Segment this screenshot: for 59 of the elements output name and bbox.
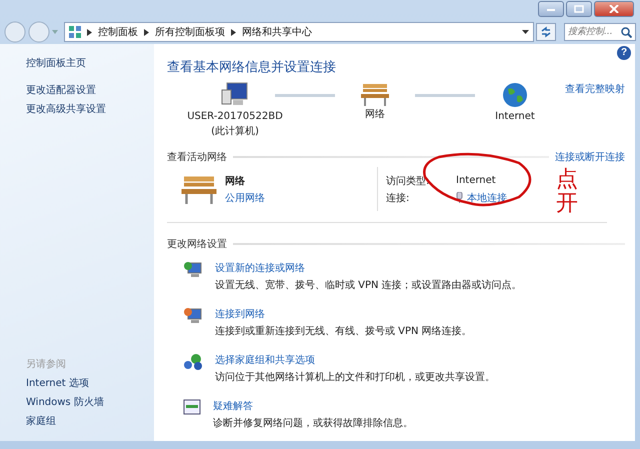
breadcrumb-item[interactable]: 网络和共享中心 (242, 25, 312, 39)
help-button[interactable]: ? (617, 46, 631, 60)
node-label: Internet (495, 110, 535, 123)
task-description: 连接到或重新连接到无线、有线、拨号或 VPN 网络连接。 (215, 324, 472, 338)
node-label: 网络 (365, 108, 385, 121)
breadcrumb-item[interactable]: 控制面板 (98, 25, 138, 39)
task-link[interactable]: 设置新的连接或网络 (215, 261, 305, 275)
full-map-link[interactable]: 查看完整映射 (565, 82, 625, 96)
breadcrumb-item[interactable]: 所有控制面板项 (155, 25, 225, 39)
troubleshoot-icon (183, 399, 201, 415)
network-name: 网络 (225, 174, 245, 188)
sidebar-link[interactable]: 更改适配器设置 (26, 81, 96, 100)
dropdown-icon[interactable] (522, 30, 529, 34)
node-sublabel: (此计算机) (211, 125, 259, 138)
task-description: 诊断并修复网络问题，或获得故障排除信息。 (213, 416, 413, 430)
breadcrumb-arrow-icon[interactable] (144, 28, 149, 36)
section-heading: 查看活动网络 (167, 150, 227, 164)
search-field[interactable]: 搜索控制... (564, 23, 636, 41)
task-description: 访问位于其他网络计算机上的文件和打印机，或更改共享设置。 (215, 370, 495, 384)
maximize-icon (574, 5, 584, 13)
close-icon (609, 5, 619, 13)
control-panel-icon (69, 26, 81, 38)
sidebar-link[interactable]: 更改高级共享设置 (26, 100, 106, 119)
minimize-button[interactable] (538, 1, 564, 17)
task-link[interactable]: 连接到网络 (215, 307, 265, 321)
network-type-link[interactable]: 公用网络 (225, 190, 265, 204)
breadcrumb-arrow-icon[interactable] (87, 28, 92, 36)
refresh-icon (540, 26, 552, 38)
task-link[interactable]: 疑难解答 (213, 399, 253, 413)
connection-line (415, 94, 475, 97)
maximize-button[interactable] (566, 1, 592, 17)
connection-label: 连接: (386, 192, 410, 204)
see-also-link[interactable]: Internet 选项 (26, 374, 89, 393)
sidebar-link[interactable]: 控制面板主页 (26, 54, 86, 73)
task-description: 设置无线、宽带、拨号、临时或 VPN 连接；或设置路由器或访问点。 (215, 278, 522, 292)
page-title: 查看基本网络信息并设置连接 (167, 59, 337, 76)
connection-line (275, 94, 335, 97)
connect-disconnect-link[interactable]: 连接或断开连接 (555, 150, 625, 164)
breadcrumb-arrow-icon[interactable] (231, 28, 236, 36)
bench-icon (361, 82, 389, 106)
minimize-icon (546, 6, 556, 12)
search-icon (621, 27, 632, 38)
see-also-link[interactable]: Windows 防火墙 (26, 393, 104, 412)
section-heading: 更改网络设置 (167, 238, 227, 251)
node-label: USER-20170522BD (187, 110, 283, 123)
network-connect-icon (183, 307, 203, 325)
access-type-value: Internet (456, 175, 496, 186)
task-link[interactable]: 选择家庭组和共享选项 (215, 353, 315, 367)
refresh-button[interactable] (536, 23, 556, 41)
homegroup-icon (183, 353, 203, 371)
globe-icon (502, 82, 528, 108)
see-also-heading: 另请参阅 (26, 358, 66, 372)
see-also-link[interactable]: 家庭组 (26, 412, 56, 431)
network-setup-icon (183, 261, 203, 279)
close-button[interactable] (594, 1, 634, 17)
bench-icon (181, 174, 217, 204)
handwritten-note: 点开 (556, 168, 578, 216)
computer-icon (221, 82, 249, 108)
address-bar[interactable]: 控制面板 所有控制面板项 网络和共享中心 (64, 22, 534, 42)
